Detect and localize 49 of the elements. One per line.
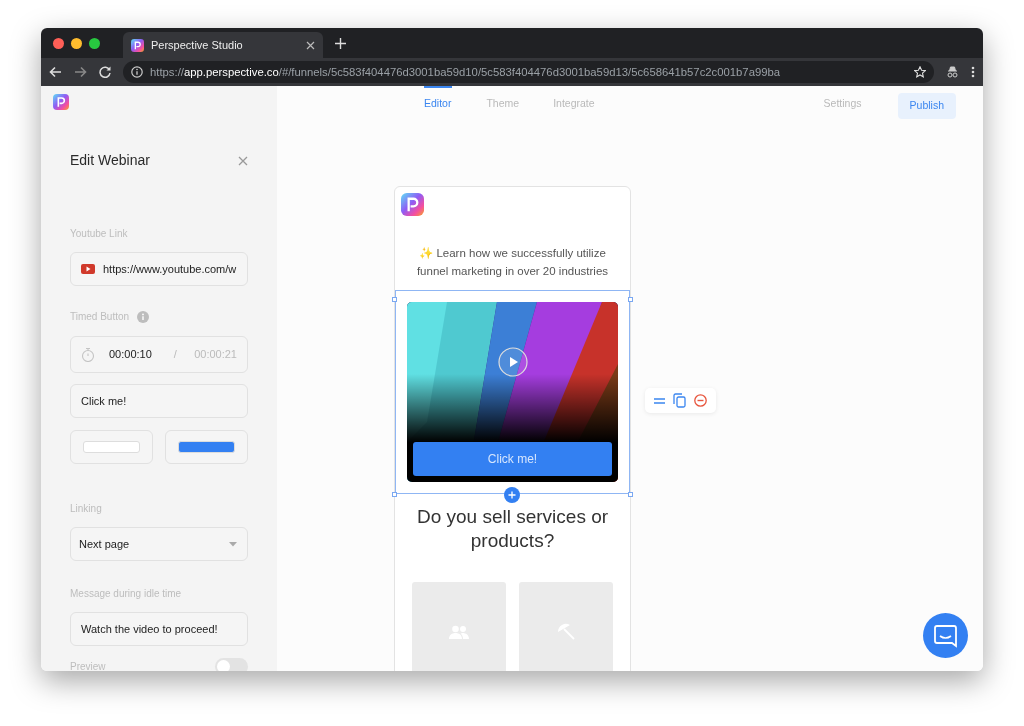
star-icon[interactable]: [914, 66, 926, 78]
remove-icon[interactable]: [694, 394, 707, 407]
text-field[interactable]: Click me!: [70, 384, 248, 418]
back-icon[interactable]: [49, 66, 62, 78]
color-picker[interactable]: [70, 430, 153, 464]
url-text: https://app.perspective.co/#/funnels/5c583f404476d3001ba59d10/5c583f404476d3001ba59d13/5c658641b57c2c001b7a99ba: [150, 64, 781, 80]
video-icon: [81, 264, 95, 274]
resize-handle[interactable]: [628, 297, 633, 302]
forward-icon[interactable]: [74, 66, 87, 78]
app-logo-icon: [401, 193, 424, 216]
option-tile[interactable]: [412, 582, 506, 671]
browser-tab[interactable]: Perspective Studio: [123, 32, 323, 58]
intro-text: ✨ Learn how we successfully utilize funnel marketing in over 20 industries: [415, 246, 610, 279]
window-control-icon[interactable]: [89, 37, 100, 49]
resize-handle[interactable]: [628, 492, 633, 497]
info-icon: [131, 66, 143, 78]
address-bar[interactable]: https://app.perspective.co/#/funnels/5c583f404476d3001ba59d10/5c583f404476d3001ba59d13/5c658641b57c2c001b7a99ba: [123, 61, 934, 83]
time-value: 00:00:10: [109, 347, 152, 363]
separator-text: /: [173, 347, 177, 363]
chat-icon[interactable]: [923, 613, 968, 658]
stopwatch-icon: [81, 347, 95, 362]
incognito-icon[interactable]: [946, 66, 959, 78]
timer-field[interactable]: 00:00:10 / 00:00:21: [70, 336, 248, 373]
active-tab-indicator: [424, 86, 452, 88]
close-icon[interactable]: [306, 40, 315, 50]
add-icon[interactable]: [504, 487, 520, 503]
dropdown[interactable]: Next page: [70, 527, 248, 561]
panel-title: Edit Webinar: [70, 151, 150, 170]
color-picker[interactable]: [165, 430, 248, 464]
caret-icon: [229, 541, 237, 547]
play-icon[interactable]: [498, 347, 528, 377]
text-field[interactable]: Watch the video to proceed!: [70, 612, 248, 646]
window-control-icon[interactable]: [71, 37, 82, 49]
resize-handle[interactable]: [392, 297, 397, 302]
duration-text: 00:00:21: [194, 347, 237, 363]
resize-handle[interactable]: [392, 492, 397, 497]
url-field[interactable]: https://www.youtube.com/w: [70, 252, 248, 286]
app-logo-icon[interactable]: [53, 94, 69, 110]
app-logo-icon: [131, 38, 144, 52]
question-heading: Do you sell services or products?: [415, 505, 610, 553]
reload-icon[interactable]: [99, 66, 111, 78]
option-tile[interactable]: [519, 582, 613, 671]
copy-icon[interactable]: [673, 393, 686, 408]
menu-icon[interactable]: [971, 66, 975, 78]
drag-handle-icon[interactable]: [654, 397, 665, 404]
new-tab-icon[interactable]: [335, 37, 346, 49]
toggle-switch[interactable]: [215, 658, 248, 671]
nav-tab[interactable]: Editor: [424, 95, 452, 112]
window-control-icon[interactable]: [53, 37, 64, 49]
